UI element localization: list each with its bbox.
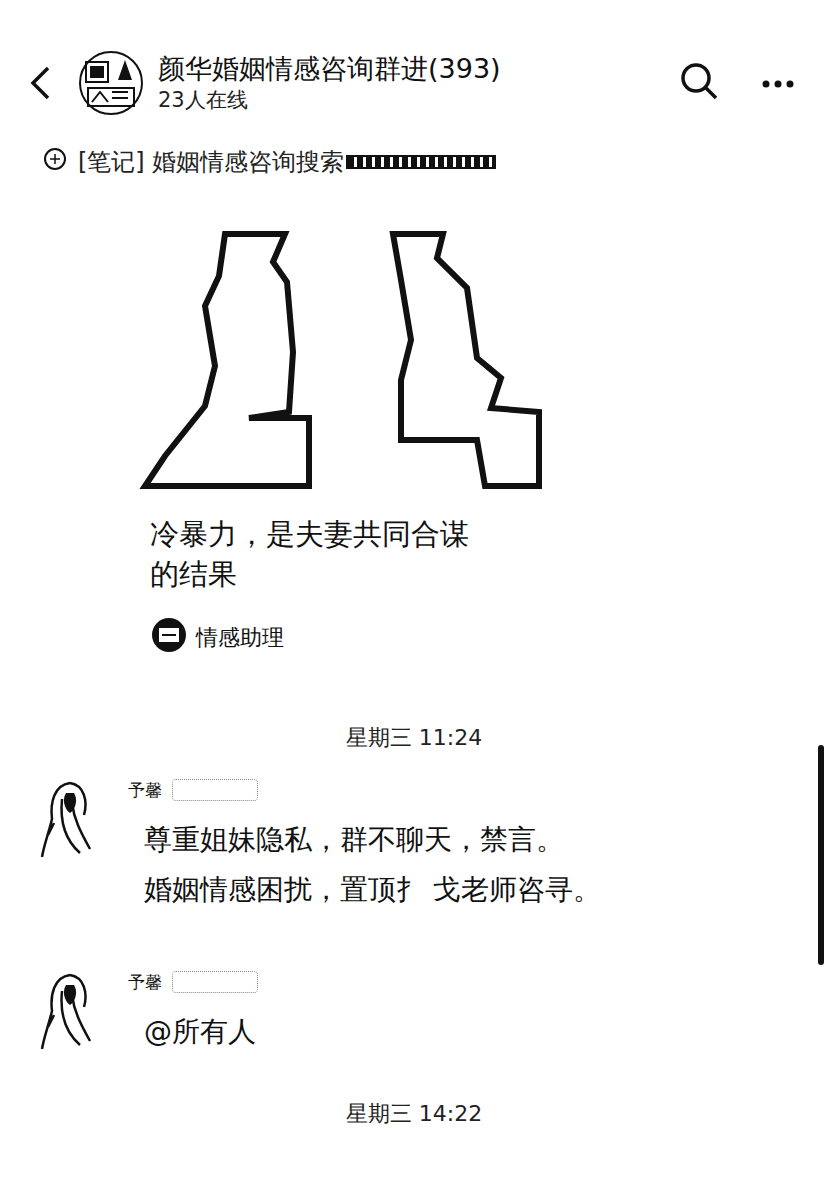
timestamp: 星期三 11:24 <box>0 723 828 753</box>
message-list: 星期三 11:24予馨尊重姐妹隐私，群不聊天，禁言。婚姻情感困扰，置顶扌 戈老师… <box>0 723 828 1135</box>
message-bubble[interactable]: @所有人 <box>144 1007 258 1057</box>
message-body: 予馨 @所有人 <box>128 971 258 1057</box>
source-avatar-icon <box>150 616 188 659</box>
chat-message: 予馨尊重姐妹隐私，群不聊天，禁言。婚姻情感困扰，置顶扌 戈老师咨寻。 <box>0 759 828 951</box>
search-icon[interactable] <box>680 62 718 104</box>
message-bubble[interactable]: 尊重姐妹隐私，群不聊天，禁言。婚姻情感困扰，置顶扌 戈老师咨寻。 <box>144 815 601 915</box>
message-line: 婚姻情感困扰，置顶扌 戈老师咨寻。 <box>144 865 601 915</box>
card-picture <box>125 230 545 490</box>
redacted-text <box>346 155 496 169</box>
chat-header: 颜华婚姻情感咨询群进(393)23人在线 <box>0 0 828 128</box>
group-avatar-icon <box>78 50 144 116</box>
chat-message: 予馨 @所有人 <box>0 951 828 1093</box>
sender-row: 予馨 <box>128 779 601 801</box>
source-name: 情感助理 <box>196 623 284 653</box>
online-count: 23人在线 <box>158 86 680 114</box>
back-arrow-icon[interactable] <box>28 65 64 101</box>
message-line: 尊重姐妹隐私，群不聊天，禁言。 <box>144 815 601 865</box>
note-label: [笔记] 婚姻情感咨询搜索 <box>78 146 344 178</box>
card-source: 情感助理 <box>150 616 545 659</box>
blurred-tag <box>172 971 258 993</box>
sender-avatar-icon[interactable] <box>40 779 98 859</box>
blurred-tag <box>172 779 258 801</box>
pinned-note[interactable]: [笔记] 婚姻情感咨询搜索 <box>0 128 828 178</box>
sender-row: 予馨 <box>128 971 258 993</box>
chat-title-block: 颜华婚姻情感咨询群进(393)23人在线 <box>158 52 680 114</box>
header-actions <box>680 62 794 104</box>
card-caption: 冷暴力，是夫妻共同合谋的结果 <box>150 514 490 594</box>
scrollbar[interactable] <box>818 745 824 965</box>
group-title: 颜华婚姻情感咨询群进(393) <box>158 52 680 86</box>
sender-name: 予馨 <box>128 971 162 993</box>
message-line: @所有人 <box>144 1007 258 1057</box>
shared-card[interactable]: 冷暴力，是夫妻共同合谋的结果情感助理 <box>125 230 545 659</box>
more-icon[interactable] <box>762 74 794 93</box>
sender-name: 予馨 <box>128 779 162 801</box>
timestamp: 星期三 14:22 <box>0 1099 828 1129</box>
sender-avatar-icon[interactable] <box>40 971 98 1051</box>
message-body: 予馨尊重姐妹隐私，群不聊天，禁言。婚姻情感困扰，置顶扌 戈老师咨寻。 <box>128 779 601 915</box>
note-icon <box>42 146 68 178</box>
